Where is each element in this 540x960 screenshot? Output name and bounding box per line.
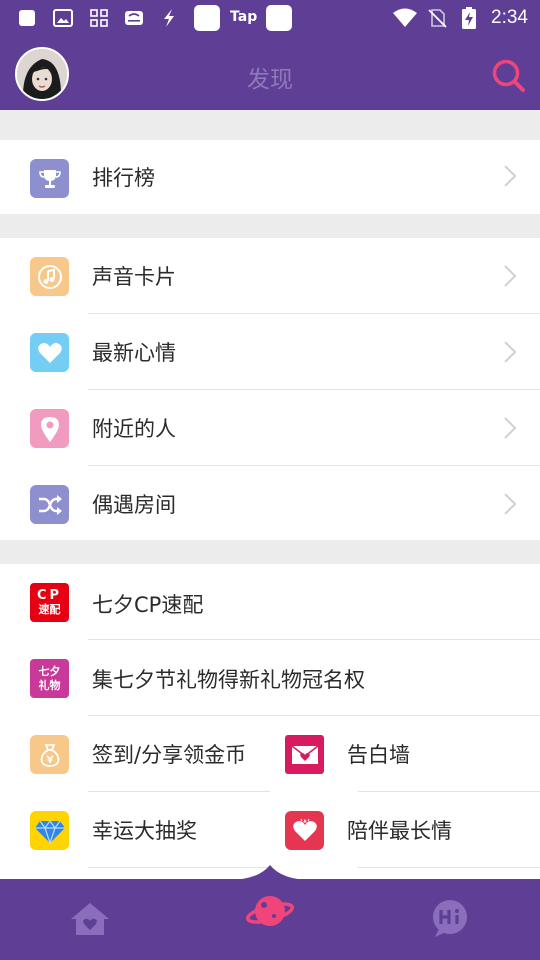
list-item-voice-card[interactable]: 声音卡片 <box>0 238 540 314</box>
nav-discover[interactable] <box>240 889 300 937</box>
app-square-icon <box>266 5 292 31</box>
search-button[interactable] <box>490 57 526 93</box>
qixi-gift-icon: 七夕 礼物 <box>30 659 69 698</box>
section-social: 声音卡片 最新心情 附近的人 偶遇房间 <box>0 238 540 540</box>
list-item-label: 最新心情 <box>92 341 176 365</box>
chevron-right-icon <box>502 164 518 188</box>
list-item-label: 附近的人 <box>92 417 176 441</box>
section-ranking: 排行榜 <box>0 140 540 214</box>
diamond-icon <box>30 811 69 850</box>
section-events: CP 速配 七夕CP速配 七夕 礼物 集七夕节礼物得新礼物冠名权 签到/分享领金… <box>0 564 540 879</box>
list-item-nearby[interactable]: 附近的人 <box>0 390 540 466</box>
qixi-icon-text: 七夕 <box>38 664 61 678</box>
nav-chat[interactable] <box>420 897 480 945</box>
app-square-icon <box>16 7 38 29</box>
list-item-encounter[interactable]: 偶遇房间 <box>0 466 540 542</box>
valentine-heart-icon <box>285 811 324 850</box>
chevron-right-icon <box>502 340 518 364</box>
grid-item-companion[interactable]: 陪伴最长情 <box>270 792 540 868</box>
grid-item-checkin[interactable]: 签到/分享领金币 <box>0 716 270 792</box>
list-item-label: 声音卡片 <box>92 265 176 289</box>
no-sim-icon <box>426 7 448 29</box>
list-item-cp-match[interactable]: CP 速配 七夕CP速配 <box>0 564 540 640</box>
grid-item-label: 签到/分享领金币 <box>92 743 247 767</box>
app-icon <box>123 7 145 29</box>
divider <box>358 867 540 868</box>
trophy-icon <box>30 159 69 198</box>
planet-icon <box>245 889 295 937</box>
nav-home[interactable] <box>60 897 120 945</box>
chevron-right-icon <box>502 492 518 516</box>
flash-app-icon <box>158 7 180 29</box>
hi-chat-icon <box>429 899 471 943</box>
status-bar: Tap 2:34 <box>0 0 540 38</box>
chevron-right-icon <box>502 416 518 440</box>
cp-icon-subtext: 速配 <box>38 602 61 616</box>
app-header: 发现 <box>0 38 540 110</box>
gift-icon-subtext: 礼物 <box>38 678 61 692</box>
music-note-icon <box>30 257 69 296</box>
cp-icon-text: CP <box>36 587 63 603</box>
grid-item-label: 幸运大抽奖 <box>92 819 197 843</box>
chevron-right-icon <box>502 264 518 288</box>
app-square-icon <box>194 5 220 31</box>
love-letter-icon <box>285 735 324 774</box>
clock: 2:34 <box>491 7 528 28</box>
tap-app-label: Tap <box>230 9 258 25</box>
list-item-label: 集七夕节礼物得新礼物冠名权 <box>92 668 365 692</box>
bottom-navigation <box>0 865 540 960</box>
home-heart-icon <box>69 901 111 941</box>
search-icon <box>490 59 526 97</box>
grid-item-lottery[interactable]: 幸运大抽奖 <box>0 792 270 868</box>
grid-item-label: 告白墙 <box>347 743 410 767</box>
list-item-ranking[interactable]: 排行榜 <box>0 140 540 216</box>
grid-item-confession[interactable]: 告白墙 <box>270 716 540 792</box>
shuffle-icon <box>30 485 69 524</box>
battery-charging-icon <box>458 7 480 29</box>
list-item-mood[interactable]: 最新心情 <box>0 314 540 390</box>
grid-icon <box>88 7 110 29</box>
heart-icon <box>30 333 69 372</box>
wifi-icon <box>392 7 418 29</box>
money-bag-icon <box>30 735 69 774</box>
page-title: 发现 <box>247 67 293 93</box>
grid-item-label: 陪伴最长情 <box>347 819 452 843</box>
location-pin-icon <box>30 409 69 448</box>
list-item-label: 排行榜 <box>92 166 155 190</box>
list-item-gift-event[interactable]: 七夕 礼物 集七夕节礼物得新礼物冠名权 <box>0 640 540 716</box>
cp-match-icon: CP 速配 <box>30 583 69 622</box>
image-icon <box>52 7 74 29</box>
list-item-label: 偶遇房间 <box>92 493 176 517</box>
list-item-label: 七夕CP速配 <box>92 593 204 617</box>
